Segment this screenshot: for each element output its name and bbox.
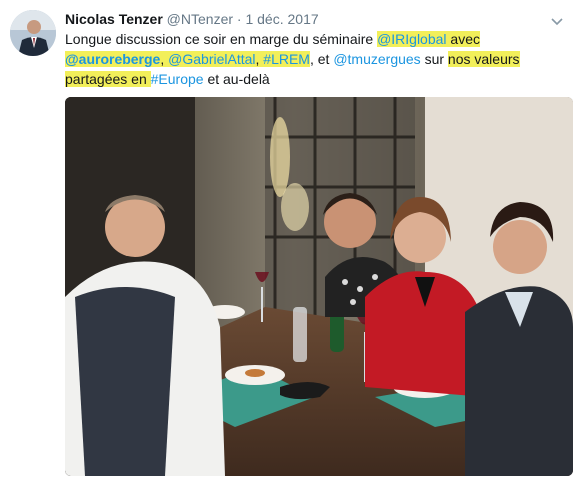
tweet-date[interactable]: 1 déc. 2017	[245, 11, 318, 27]
text-segment: et au-delà	[203, 71, 270, 87]
text-segment: nos valeurs	[447, 51, 520, 67]
text-segment: , et	[309, 51, 334, 67]
text-segment: sur	[420, 51, 448, 67]
mention-gabrielattal[interactable]: @GabrielAttal	[168, 51, 255, 67]
hashtag-europe[interactable]: #Europe	[151, 71, 204, 87]
mention-auroreberge[interactable]: @auroreberge	[65, 51, 160, 67]
mention-tmuzergues[interactable]: @tmuzergues	[333, 51, 420, 67]
chevron-down-icon[interactable]	[551, 14, 563, 26]
avatar[interactable]	[10, 10, 56, 56]
tweet-line-3: partagées en #Europe et au-delà	[65, 69, 565, 89]
tweet-line-1: Longue discussion ce soir en marge du sé…	[65, 29, 565, 49]
photo-image	[65, 97, 573, 476]
text-segment: Longue discussion ce soir en marge du sé…	[65, 31, 378, 47]
text-segment: partagées en	[65, 71, 151, 87]
hashtag-lrem[interactable]: #LREM	[263, 51, 310, 67]
separator: ·	[236, 11, 242, 27]
author-name[interactable]: Nicolas Tenzer	[65, 11, 163, 27]
tweet-line-2: @auroreberge, @GabrielAttal, #LREM, et @…	[65, 49, 565, 69]
author-handle[interactable]: @NTenzer	[167, 11, 233, 27]
avatar-image	[10, 10, 56, 56]
text-segment: ,	[160, 51, 169, 67]
highlighted-mentions: @auroreberge, @GabrielAttal, #LREM	[65, 51, 310, 67]
tweet-photo[interactable]	[65, 97, 573, 476]
tweet-header: Nicolas Tenzer @NTenzer · 1 déc. 2017	[65, 10, 319, 28]
mention-iriglobal[interactable]: @IRIglobal	[377, 31, 447, 47]
text-segment: avec	[446, 31, 480, 47]
tweet-text: Longue discussion ce soir en marge du sé…	[65, 29, 565, 89]
